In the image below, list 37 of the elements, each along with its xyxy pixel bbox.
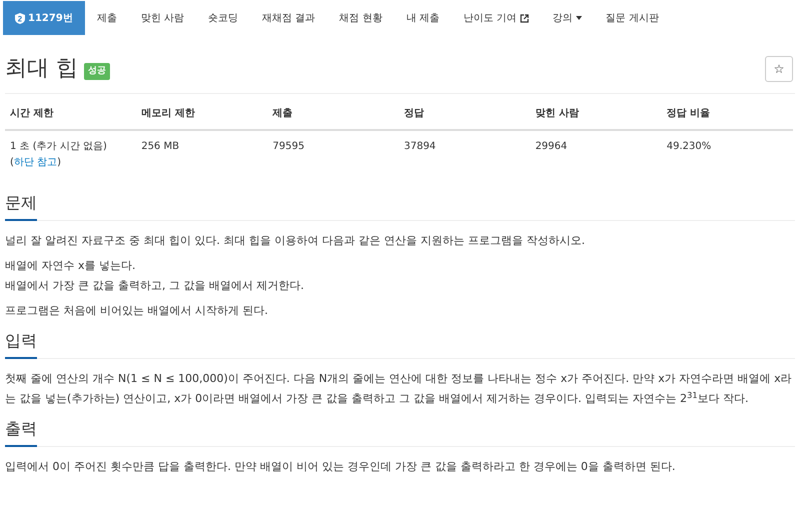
shield-icon	[15, 12, 25, 24]
nav-tab[interactable]: 11279번	[3, 1, 85, 35]
nav-tab[interactable]: 재채점 결과	[250, 1, 328, 35]
nav-tab[interactable]: 숏코딩	[196, 1, 250, 35]
caret-icon	[576, 16, 582, 20]
nav-tab[interactable]: 내 제출	[394, 1, 452, 35]
star-button[interactable]: ☆	[765, 56, 793, 82]
paragraph: 널리 잘 알려진 자료구조 중 최대 힙이 있다. 최대 힙을 이용하여 다음과 같은 연산을 지원하는 프로그램을 작성하시오.	[5, 233, 586, 249]
status-badge: 성공	[84, 62, 110, 80]
nav-tab[interactable]: 질문 게시판	[594, 1, 671, 35]
external-link-icon	[520, 14, 529, 22]
column-header: 맞힌 사람	[535, 108, 579, 119]
table-cell: 29964	[535, 141, 568, 152]
table-cell: 49.230%	[666, 141, 712, 152]
nav-tab[interactable]: 강의	[540, 1, 594, 35]
column-header: 시간 제한	[10, 108, 54, 119]
column-header: 정답 비율	[666, 108, 710, 119]
nav-tab[interactable]: 난이도 기여	[452, 1, 541, 35]
paragraph: 입력에서 0이 주어진 횟수만큼 답을 출력한다. 만약 배열이 비어 있는 경우인데 가장 큰 값을 출력하라고 한 경우에는 0을 출력하면 된다.	[5, 459, 676, 475]
nav-tab[interactable]: 채점 현황	[327, 1, 394, 35]
table-cell: 37894	[404, 141, 436, 152]
note-link[interactable]: 하단 참고	[14, 157, 58, 168]
table-cell: 256 MB	[141, 141, 180, 152]
column-header: 정답	[404, 108, 424, 119]
nav-tab[interactable]: 제출	[84, 1, 129, 35]
column-header: 제출	[272, 108, 293, 119]
section-heading: 문제	[5, 193, 37, 221]
nav-tab[interactable]: 맞힌 사람	[128, 1, 196, 35]
paragraph: 배열에 자연수 x를 넣는다. 배열에서 가장 큰 값을 출력하고, 그 값을 배열에서 제거한다.	[5, 258, 305, 294]
section-heading: 출력	[5, 419, 37, 447]
paragraph: 첫째 줄에 연산의 개수 N(1 ≤ N ≤ 100,000)이 주어진다. 다음 N개의 줄에는 연산에 대한 정보를 나타내는 정수 x가 주어진다. 만약 x가 자연수라면 배열에 x라는 값을 넣는(추가하는) 연산이고, x가 0이라면 배열에서 가장 큰 값을 출력하고 그 값을 배열에서 제거하는 경우이다. 입력되는 자연수는 2$^{31}$보다 작다.	[5, 371, 793, 407]
paragraph: 프로그램은 처음에 비어있는 배열에서 시작하게 된다.	[5, 303, 269, 319]
table-cell: 1 초 (추가 시간 없음) (하단 참고)	[10, 141, 107, 168]
section-heading: 입력	[5, 331, 37, 359]
table-cell: 79595	[272, 141, 304, 152]
problem-title: 최대 힙	[5, 55, 78, 83]
column-header: 메모리 제한	[141, 108, 195, 119]
